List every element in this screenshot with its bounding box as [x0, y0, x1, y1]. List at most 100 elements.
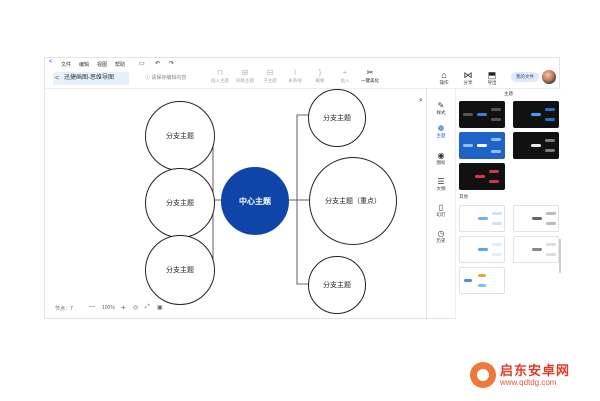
theme-thumb-10[interactable] [459, 267, 505, 294]
theme-thumb-3[interactable] [459, 132, 505, 159]
outline-icon: ☰ [437, 177, 445, 186]
thumb-node [463, 113, 473, 116]
branch-topic-left-2[interactable]: 分支主题 [145, 168, 215, 238]
export-icon: ⬒ [487, 70, 497, 80]
redo-icon[interactable]: ↷ [169, 60, 174, 67]
thumb-node [492, 253, 502, 256]
share-button[interactable]: ⋈ 分享 [458, 70, 478, 86]
mindmap-canvas[interactable]: 分支主题 分支主题 分支主题 中心主题 分支主题 分支主题（重点） 分支主题 ⌕ [45, 89, 426, 320]
thumb-node [477, 144, 487, 147]
save-icon[interactable]: ▭ [139, 60, 145, 67]
thumb-node [463, 144, 473, 147]
theme-thumb-9[interactable] [513, 236, 559, 263]
menu-help[interactable]: 帮助 [115, 61, 125, 68]
panel-scrollbar[interactable] [559, 239, 561, 273]
relation-line-button[interactable]: ⌇ 关系线 [283, 68, 307, 88]
app-window: < 文件 编辑 视图 帮助 ▭ ↶ ↷ < 迅捷画图-思维导图 ⓘ 请保存编辑内… [44, 57, 561, 320]
theme-icon: ❁ [437, 124, 445, 133]
operation-button[interactable]: ⌂ 操作 [434, 70, 454, 86]
thumb-node [531, 113, 541, 116]
thumb-node [478, 274, 486, 277]
relation-line-icon: ⌇ [293, 68, 297, 77]
minimap-icon[interactable]: ▣ [157, 304, 163, 311]
theme-thumb-7[interactable] [513, 205, 559, 232]
central-topic[interactable]: 中心主题 [221, 167, 289, 235]
thumb-node [491, 108, 501, 111]
branch-topic-left-3[interactable]: 分支主题 [145, 235, 215, 305]
tool-history-label: 历史 [436, 238, 446, 243]
thumb-node [531, 144, 541, 147]
tool-icons[interactable]: ◉ 图标 [427, 151, 455, 166]
my-files-button[interactable]: 我的文件 [511, 72, 539, 82]
avatar[interactable] [542, 70, 556, 84]
tool-icons-label: 图标 [436, 160, 446, 165]
thumb-node [545, 118, 555, 121]
thumb-node [464, 279, 472, 282]
thumb-node [546, 212, 556, 215]
thumb-node [492, 243, 502, 246]
branch-topic-right-1[interactable]: 分支主题 [308, 89, 366, 147]
thumb-node [491, 118, 501, 121]
thumb-node [532, 248, 542, 251]
export-button[interactable]: ⬒ 导出 [482, 70, 502, 86]
summary-button[interactable]: } 概要 [308, 68, 332, 88]
insert-label: 插入 [340, 78, 350, 83]
undo-icon[interactable]: ↶ [155, 60, 160, 67]
watermark: 启东安卓网 www.qdtdg.com [470, 360, 600, 394]
tool-outline-label: 大纲 [436, 186, 446, 191]
fit-screen-icon[interactable]: ⤢ [145, 304, 150, 311]
theme-thumb-5[interactable] [459, 163, 505, 190]
branch-topic-right-3[interactable]: 分支主题 [308, 256, 366, 314]
thumb-node [475, 175, 485, 178]
search-icon[interactable]: ⌕ [419, 97, 423, 105]
locate-icon[interactable]: ◎ [133, 304, 138, 311]
menu-edit[interactable]: 编辑 [79, 61, 89, 68]
theme-section-title: 主题 [504, 91, 513, 96]
insert-topic-label: 插入主题 [211, 78, 229, 83]
thumb-node [545, 149, 555, 152]
operation-icon: ⌂ [441, 70, 447, 80]
theme-thumb-8[interactable] [459, 236, 505, 263]
thumb-node [489, 180, 499, 183]
theme-thumb-2[interactable] [513, 101, 559, 128]
beautify-button[interactable]: ✂ 一键美化 [357, 68, 383, 88]
thumb-node [478, 284, 486, 287]
tool-slides-label: 幻灯 [436, 212, 446, 217]
thumb-node [532, 217, 542, 220]
menu-view[interactable]: 视图 [97, 61, 107, 68]
tool-outline[interactable]: ☰ 大纲 [427, 177, 455, 192]
theme-thumb-6[interactable] [459, 205, 505, 232]
branch-topic-left-1[interactable]: 分支主题 [145, 101, 215, 171]
other-section-title: 其他 [459, 194, 468, 199]
insert-button[interactable]: + 插入 [333, 68, 357, 88]
zoom-in-button[interactable]: + [121, 303, 126, 312]
insert-topic-icon: ⊓ [216, 68, 224, 77]
thumb-node [478, 248, 488, 251]
tool-history[interactable]: ◷ 历史 [427, 229, 455, 244]
insert-topic-button[interactable]: ⊓ 插入主题 [208, 68, 232, 88]
watermark-title: 启东安卓网 [500, 363, 571, 378]
thumb-node [546, 243, 556, 246]
zoom-out-button[interactable]: — [89, 304, 95, 310]
theme-panel: 主题 其他 [455, 89, 561, 320]
sibling-topic-button[interactable]: ⊞ 同级主题 [233, 68, 257, 88]
theme-thumb-4[interactable] [513, 132, 559, 159]
tool-style[interactable]: ✎ 样式 [427, 101, 455, 116]
icon-library-icon: ◉ [437, 151, 445, 160]
back-icon[interactable]: < [55, 72, 59, 85]
tool-theme-label: 主题 [436, 133, 446, 138]
tool-slides[interactable]: ▯ 幻灯 [427, 203, 455, 218]
child-topic-button[interactable]: ⊟ 子主题 [258, 68, 282, 88]
theme-thumb-1[interactable] [459, 101, 505, 128]
info-icon: ⓘ [145, 75, 151, 81]
thumb-node [491, 150, 501, 153]
menu-file[interactable]: 文件 [61, 61, 71, 68]
relation-line-label: 关系线 [288, 78, 302, 83]
sibling-topic-icon: ⊞ [241, 68, 249, 77]
save-hint[interactable]: ⓘ 请保存编辑内容 [145, 73, 217, 84]
document-tab[interactable]: < 迅捷画图-思维导图 [53, 72, 129, 85]
beautify-icon: ✂ [366, 68, 374, 77]
branch-topic-right-key[interactable]: 分支主题（重点） [309, 157, 397, 245]
insert-icon: + [342, 68, 348, 77]
tool-theme[interactable]: ❁ 主题 [427, 124, 455, 139]
